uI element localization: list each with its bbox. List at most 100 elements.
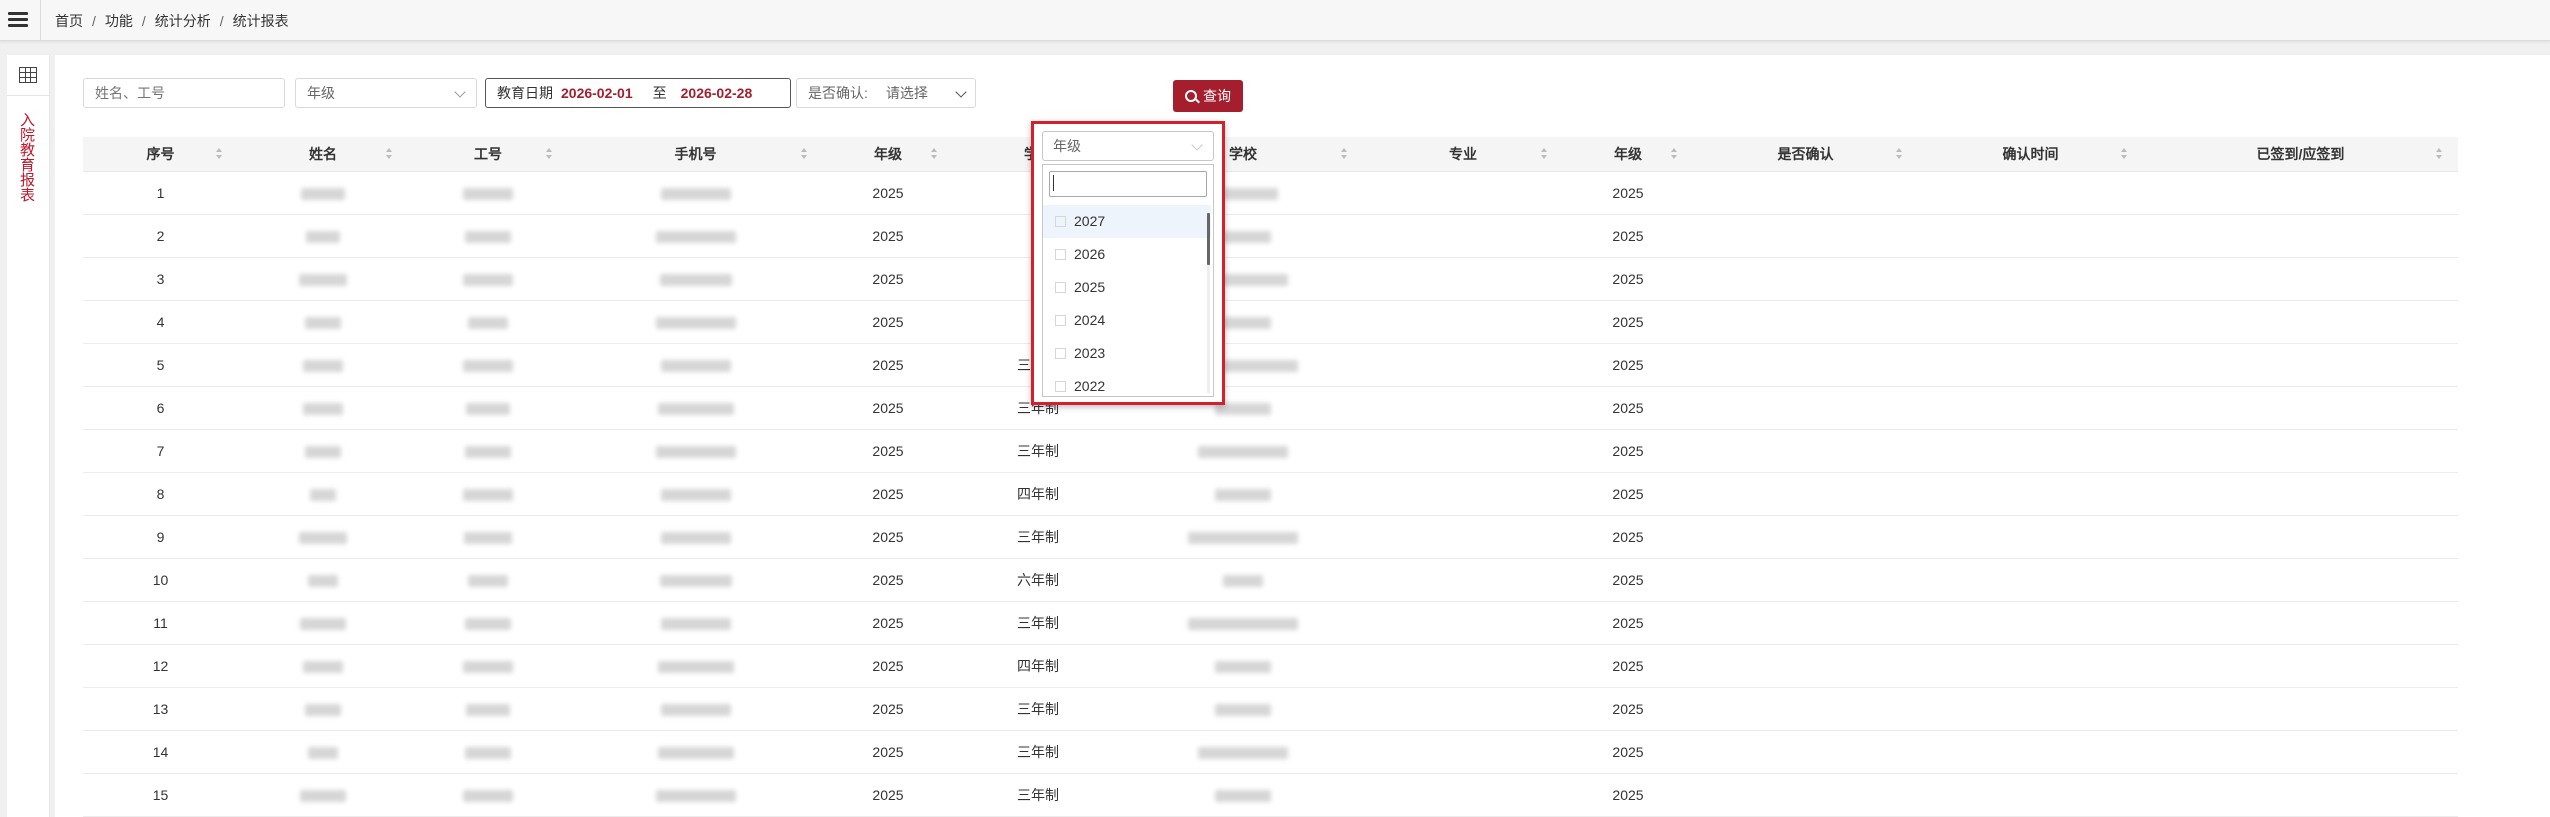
dropdown-search-input[interactable] (1049, 171, 1207, 197)
checkbox-icon[interactable] (1055, 348, 1066, 359)
date-end-value[interactable]: 2026-02-28 (681, 85, 753, 101)
confirm-select[interactable]: 是否确认: 请选择 (796, 78, 976, 108)
cell-confirmed (1693, 429, 1918, 473)
name-id-input[interactable] (95, 79, 284, 107)
cell-grade: 2025 (823, 171, 953, 215)
table-row[interactable]: 7 2025 三年制 2025 (83, 429, 2458, 473)
breadcrumb-report[interactable]: 统计报表 (233, 13, 289, 29)
cell-index: 15 (83, 773, 238, 817)
redacted-value (660, 532, 731, 545)
sort-icon[interactable] (1896, 148, 1902, 160)
education-date-range[interactable]: 教育日期 2026-02-01 至 2026-02-28 (485, 78, 791, 108)
table-row[interactable]: 12 2025 四年制 2025 (83, 644, 2458, 688)
table-row[interactable]: 14 2025 三年制 2025 (83, 730, 2458, 774)
table-row[interactable]: 52025三年制2025 (83, 343, 2458, 387)
cell-grade: 2025 (823, 300, 953, 344)
cell-grade: 2025 (823, 257, 953, 301)
checkbox-icon[interactable] (1055, 315, 1066, 326)
cell-index: 13 (83, 687, 238, 731)
cell-program: 三年制 (953, 429, 1123, 473)
cell-signin (2143, 386, 2458, 430)
table-row[interactable]: 9 2025 三年制 2025 (83, 515, 2458, 559)
checkbox-icon[interactable] (1055, 381, 1066, 392)
cell-grade-2: 2025 (1563, 257, 1693, 301)
col-header-index[interactable]: 序号 (83, 137, 238, 172)
grade-option[interactable]: 2022 (1043, 370, 1211, 403)
redacted-value (466, 704, 510, 717)
cell-index: 9 (83, 515, 238, 559)
table-row[interactable]: 11 2025 三年制 2025 (83, 601, 2458, 645)
table-header-row: 序号 姓名 工号 手机号 年级 学制 学校 专业 年级 是否确认 确认时间 已签… (83, 137, 2458, 172)
table-row[interactable]: 10 2025 六年制 2025 (83, 558, 2458, 602)
cell-grade: 2025 (823, 429, 953, 473)
grade-option-label: 2025 (1074, 279, 1106, 295)
cell-major (1363, 429, 1563, 473)
sort-icon[interactable] (216, 148, 222, 160)
grade-option[interactable]: 2026 (1043, 238, 1211, 271)
grade-option[interactable]: 2027 (1043, 205, 1211, 238)
sort-icon[interactable] (2436, 148, 2442, 160)
grade-option-label: 2022 (1074, 378, 1106, 394)
cell-confirm-time (1918, 644, 2143, 688)
col-header-grade[interactable]: 年级 (823, 137, 953, 172)
cell-name-redacted (238, 558, 408, 602)
table-row[interactable]: 13 2025 三年制 2025 (83, 687, 2458, 731)
grade-option[interactable]: 2023 (1043, 337, 1211, 370)
table-row[interactable]: 1 2025 2025 (83, 171, 2458, 215)
breadcrumb-function[interactable]: 功能 (105, 13, 133, 29)
query-button[interactable]: 查询 (1173, 80, 1243, 112)
report-table: 序号 姓名 工号 手机号 年级 学制 学校 专业 年级 是否确认 确认时间 已签… (83, 137, 2458, 817)
redacted-value (463, 188, 513, 201)
side-tab-admission-report[interactable]: 入院教育报表 (18, 112, 37, 202)
table-row[interactable]: 15 2025 三年制 2025 (83, 773, 2458, 817)
sort-icon[interactable] (1541, 148, 1547, 160)
grade-option[interactable]: 2025 (1043, 271, 1211, 304)
table-row[interactable]: 4 2025 2025 (83, 300, 2458, 344)
table-view-icon[interactable] (19, 67, 37, 83)
cell-program: 三年制 (953, 730, 1123, 774)
checkbox-icon[interactable] (1055, 249, 1066, 260)
grade-dropdown-select[interactable]: 年级 (1042, 131, 1214, 161)
redacted-value (660, 704, 731, 717)
sort-icon[interactable] (1341, 148, 1347, 160)
col-header-confirmed[interactable]: 是否确认 (1693, 137, 1918, 172)
dropdown-scrollbar-thumb[interactable] (1207, 213, 1210, 265)
col-header-name[interactable]: 姓名 (238, 137, 408, 172)
cell-grade-2: 2025 (1563, 171, 1693, 215)
cell-confirm-time (1918, 386, 2143, 430)
sort-icon[interactable] (801, 148, 807, 160)
col-header-phone[interactable]: 手机号 (568, 137, 823, 172)
col-header-confirm-time[interactable]: 确认时间 (1918, 137, 2143, 172)
col-header-major[interactable]: 专业 (1363, 137, 1563, 172)
sort-icon[interactable] (386, 148, 392, 160)
name-id-search-field[interactable] (83, 78, 285, 108)
sort-icon[interactable] (931, 148, 937, 160)
col-header-employee-id[interactable]: 工号 (408, 137, 568, 172)
table-row[interactable]: 6 2025 三年制 2025 (83, 386, 2458, 430)
grade-option[interactable]: 2024 (1043, 304, 1211, 337)
breadcrumb-analysis[interactable]: 统计分析 (155, 13, 211, 29)
cell-major (1363, 386, 1563, 430)
grade-select[interactable]: 年级 (295, 78, 477, 108)
col-header-signin[interactable]: 已签到/应签到 (2143, 137, 2458, 172)
table-row[interactable]: 3 2025 2025 (83, 257, 2458, 301)
cell-name-redacted (238, 644, 408, 688)
date-start-value[interactable]: 2026-02-01 (561, 85, 633, 101)
sort-icon[interactable] (546, 148, 552, 160)
hamburger-menu-icon[interactable] (8, 8, 34, 32)
cell-name-redacted (238, 429, 408, 473)
cell-employee-id-redacted (408, 601, 568, 645)
table-row[interactable]: 8 2025 四年制 2025 (83, 472, 2458, 516)
breadcrumb-home[interactable]: 首页 (55, 13, 83, 29)
table-row[interactable]: 2 2025 2025 (83, 214, 2458, 258)
cell-employee-id-redacted (408, 300, 568, 344)
sort-icon[interactable] (2121, 148, 2127, 160)
col-header-grade-2[interactable]: 年级 (1563, 137, 1693, 172)
checkbox-icon[interactable] (1055, 282, 1066, 293)
redacted-value (468, 317, 508, 330)
cell-confirmed (1693, 300, 1918, 344)
checkbox-icon[interactable] (1055, 216, 1066, 227)
cell-index: 11 (83, 601, 238, 645)
cell-confirm-time (1918, 601, 2143, 645)
sort-icon[interactable] (1671, 148, 1677, 160)
